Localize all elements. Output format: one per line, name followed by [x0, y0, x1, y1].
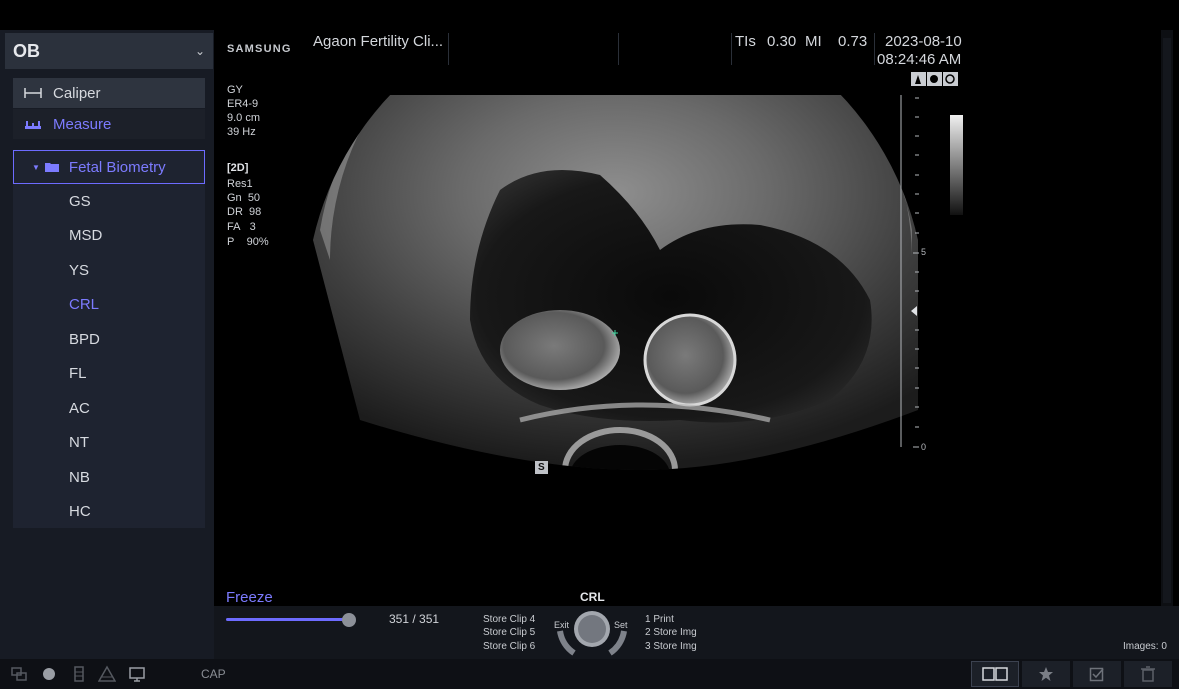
store-clip-4[interactable]: Store Clip 4: [483, 614, 535, 625]
delete-button[interactable]: [1124, 661, 1172, 687]
measurement-list: ▼ Fetal Biometry GS MSD YS CRL BPD FL AC…: [13, 150, 205, 528]
cine-frame-count: 351 / 351: [389, 612, 440, 626]
measure-item-crl[interactable]: CRL: [69, 296, 99, 313]
tis-label: TIs: [735, 33, 756, 50]
frame-rate: 39 Hz: [227, 126, 256, 138]
knob-exit-label: Exit: [554, 620, 570, 630]
caliper-button[interactable]: Caliper: [13, 78, 205, 108]
cine-slider-track[interactable]: [226, 618, 348, 621]
cap-label: CAP: [201, 667, 226, 681]
orientation-marker: S: [538, 462, 545, 473]
measure-item-ac[interactable]: AC: [69, 400, 90, 417]
scrollbar-thumb[interactable]: [1163, 38, 1171, 603]
grayscale-bar: [950, 115, 963, 215]
print-option-1[interactable]: 1 Print: [645, 614, 674, 625]
res-label: Res1: [227, 178, 253, 190]
storage-icon: [74, 666, 84, 682]
preset-dropdown[interactable]: OB ⌄: [5, 33, 213, 69]
select-button[interactable]: [1073, 661, 1121, 687]
param-value: 3: [249, 221, 256, 233]
cine-slider-handle[interactable]: [342, 613, 356, 627]
measure-item-nt[interactable]: NT: [69, 434, 89, 451]
param-dynamic-range: DR 98: [227, 206, 261, 219]
measure-item-fl[interactable]: FL: [69, 365, 87, 382]
store-clip-6[interactable]: Store Clip 6: [483, 641, 535, 652]
caliper-icon: [13, 78, 53, 108]
header-divider: [874, 33, 875, 65]
favorite-button[interactable]: [1022, 661, 1070, 687]
warning-icon: [98, 665, 116, 682]
exam-time: 08:24:46 AM: [877, 51, 962, 68]
measure-button[interactable]: Measure: [13, 109, 205, 139]
hospital-name: Agaon Fertility Cli...: [313, 33, 444, 50]
checkbox-icon: [1089, 667, 1104, 682]
trackball-knob-icon[interactable]: [554, 607, 630, 657]
measure-item-ys[interactable]: YS: [69, 262, 89, 279]
measure-item-hc[interactable]: HC: [69, 503, 91, 520]
mi-label: MI: [805, 33, 822, 50]
images-count: Images: 0: [1123, 641, 1167, 652]
param-key: FA: [227, 221, 241, 233]
param-gain: Gn 50: [227, 192, 260, 205]
caliper-label: Caliper: [53, 84, 101, 102]
folder-icon: [44, 163, 59, 172]
print-option-3[interactable]: 3 Store Img: [645, 641, 697, 652]
monitor-icon: [129, 667, 145, 682]
caret-down-icon: ▼: [32, 162, 40, 172]
print-option-2[interactable]: 2 Store Img: [645, 627, 697, 638]
dual-layout-icon: [982, 667, 1008, 681]
star-icon: [1039, 667, 1053, 681]
exam-date: 2023-08-10: [885, 33, 962, 50]
trash-icon: [1141, 666, 1155, 682]
brand-logo: SAMSUNG: [227, 43, 292, 55]
dual-layout-button[interactable]: [971, 661, 1019, 687]
measure-item-msd[interactable]: MSD: [69, 227, 102, 244]
knob-title: CRL: [580, 590, 605, 604]
mode-icons: [911, 72, 958, 86]
knob-set-label: Set: [614, 620, 628, 630]
header-divider: [618, 33, 619, 65]
probe-application: GY: [227, 84, 243, 96]
network-icon: [11, 667, 27, 681]
depth-label-mid: 5: [921, 247, 927, 257]
measure-item-nb[interactable]: NB: [69, 469, 90, 486]
measure-icon: [13, 109, 53, 139]
measure-item-bpd[interactable]: BPD: [69, 331, 100, 348]
param-key: P: [227, 236, 235, 248]
header-divider: [731, 33, 732, 65]
probe-depth: 9.0 cm: [227, 112, 261, 124]
param-key: Gn: [227, 192, 242, 204]
preset-label: OB: [13, 40, 40, 61]
probe-name: ER4-9: [227, 98, 259, 110]
store-clip-5[interactable]: Store Clip 5: [483, 627, 535, 638]
header-bar: SAMSUNG Agaon Fertility Cli... TIs 0.30 …: [214, 30, 1179, 68]
mode-label: [2D]: [227, 162, 249, 174]
measure-item-gs[interactable]: GS: [69, 193, 91, 210]
freeze-label: Freeze: [226, 589, 273, 606]
param-frame-average: FA 3: [227, 221, 256, 234]
chevron-down-icon: ⌄: [194, 44, 205, 58]
param-key: DR: [227, 206, 243, 218]
param-value: 50: [247, 192, 261, 204]
fetal-biometry-folder[interactable]: ▼ Fetal Biometry: [13, 150, 205, 184]
mi-value: 0.73: [838, 33, 868, 50]
param-power: P 90%: [227, 236, 269, 249]
fetal-biometry-label: Fetal Biometry: [68, 158, 166, 176]
measure-label: Measure: [53, 115, 112, 133]
depth-label-bottom: 0: [921, 442, 927, 452]
record-icon: [43, 668, 55, 680]
param-value: 98: [249, 206, 262, 218]
sector-fan: [313, 0, 918, 471]
param-value: 90%: [246, 236, 269, 248]
tis-value: 0.30: [767, 33, 797, 50]
header-divider: [448, 33, 449, 65]
